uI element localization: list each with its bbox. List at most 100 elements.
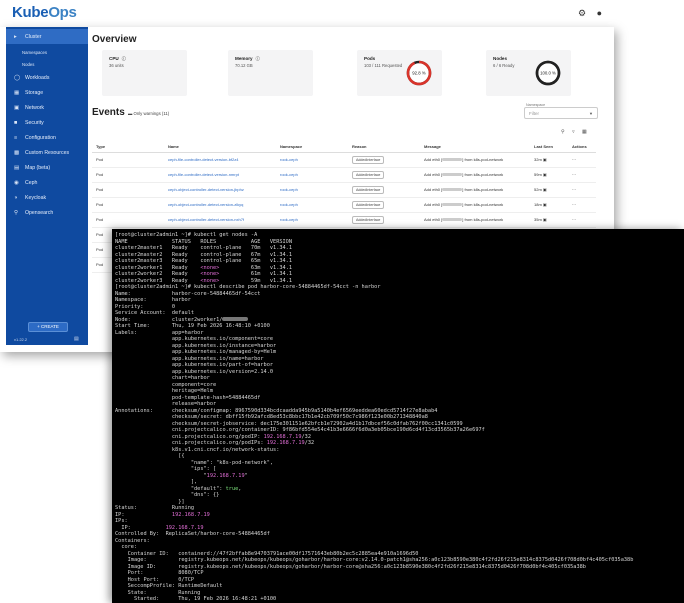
info-icon[interactable]: ⓘ — [122, 56, 126, 61]
calendar-icon: ▣ — [541, 187, 547, 192]
cell-namespace[interactable]: rook-ceph — [276, 212, 348, 228]
sidebar-item-configuration[interactable]: ≡ Configuration — [6, 130, 88, 145]
table-row[interactable]: Pod ceph-object-controller-detect-version… — [92, 182, 596, 198]
redacted-ip — [442, 173, 463, 177]
search-icon[interactable]: ⚲ — [561, 129, 565, 135]
sidebar-item-map[interactable]: ▤ Map (beta) — [6, 160, 88, 175]
sidebar-item-network[interactable]: ▣ Network — [6, 100, 88, 115]
cell-type: Pod — [92, 152, 164, 168]
sidebar-item-security[interactable]: ■ Security — [6, 115, 88, 130]
ceph-icon: ◉ — [14, 179, 19, 186]
cell-name[interactable]: ceph-object-controller-detect-version-nx… — [164, 212, 276, 228]
message-text: Add eth0 [ — [424, 187, 443, 192]
column-header-message[interactable]: Message — [420, 141, 530, 153]
last-seen-text: 18m — [534, 202, 542, 207]
sidebar-item-custom-resources[interactable]: ▩ Custom Resources — [6, 145, 88, 160]
cell-message: Add eth0 [] from k8s-pod-network — [420, 182, 530, 198]
sidebar-item-label: Cluster — [25, 33, 42, 40]
logo-text-kube: Kube — [12, 4, 49, 21]
message-text: ] from k8s-pod-network — [462, 217, 504, 222]
calendar-icon: ▣ — [541, 217, 547, 222]
custom-resources-icon: ▩ — [14, 149, 20, 156]
message-text: Add eth0 [ — [424, 157, 443, 162]
namespace-filter-placeholder: Filter — [529, 111, 539, 116]
cell-message: Add eth0 [] from k8s-pod-network — [420, 197, 530, 213]
table-row[interactable]: Pod ceph-object-controller-detect-version… — [92, 197, 596, 213]
more-actions-icon[interactable]: ⋯ — [572, 172, 576, 177]
filter-icon[interactable]: ▿ — [572, 129, 575, 135]
last-seen-text: 52m — [534, 187, 542, 192]
screenshot-composite: KubeOps ⚙ ● ▸ Cluster Namespaces Nodes ◯ W… — [0, 0, 684, 603]
reason-badge: AddedInterface — [352, 170, 385, 179]
sidebar-item-keycloak[interactable]: ◑ Keycloak — [6, 190, 88, 205]
calendar-icon: ▣ — [541, 202, 547, 207]
namespace-filter-select[interactable]: Filter ▼ — [524, 107, 598, 119]
last-seen-text: 35m — [534, 217, 542, 222]
more-actions-icon[interactable]: ⋯ — [572, 202, 576, 207]
overview-title: Overview — [92, 34, 137, 45]
terminal-window[interactable]: [root@cluster2admin1 ~]# kubectl get nod… — [112, 229, 684, 603]
reason-badge: AddedInterface — [352, 185, 385, 194]
column-header-type[interactable]: Type — [92, 141, 164, 153]
user-icon[interactable]: ● — [597, 8, 602, 18]
cell-message: Add eth0 [ ] from k8s-pod-network — [420, 212, 530, 228]
cell-name[interactable]: ceph-object-controller-detect-version-zl… — [164, 197, 276, 213]
cell-namespace[interactable]: rook-ceph — [276, 182, 348, 198]
cell-last-seen: 52m ▣ — [530, 182, 568, 198]
sidebar-item-label: Opensearch — [25, 209, 54, 216]
table-row[interactable]: Pod ceph-file-controller-detect-version-n… — [92, 167, 596, 183]
cell-name[interactable]: ceph-object-controller-detect-version-jb… — [164, 182, 276, 198]
sidebar-subitem-namespaces[interactable]: Namespaces — [22, 50, 47, 55]
cell-namespace[interactable]: rook-ceph — [276, 152, 348, 168]
sidebar-item-opensearch[interactable]: ⚲ Opensearch — [6, 205, 88, 220]
message-text: Add eth0 [ — [424, 202, 443, 207]
configuration-icon: ≡ — [14, 134, 18, 141]
more-actions-icon[interactable]: ⋯ — [572, 217, 576, 222]
cell-namespace[interactable]: rook-ceph — [276, 167, 348, 183]
only-warnings-toggle[interactable]: ▬ Only warnings (11) — [128, 111, 169, 116]
keycloak-icon: ◑ — [14, 194, 18, 201]
table-toolbar: ⚲ ▿ ▦ — [555, 129, 587, 135]
cell-message: Add eth0 [] from k8s-pod-network — [420, 167, 530, 183]
column-header-reason[interactable]: Reason — [348, 141, 420, 153]
sidebar-subitem-nodes[interactable]: Nodes — [22, 62, 34, 67]
message-text: Add eth0 [ — [424, 217, 443, 222]
nodes-gauge-label: 100.0 % — [540, 71, 556, 76]
table-row[interactable]: Pod ceph-file-controller-detect-version-b… — [92, 152, 596, 168]
sidebar-item-storage[interactable]: ▦ Storage — [6, 85, 88, 100]
column-header-name[interactable]: Name — [164, 141, 276, 153]
columns-icon[interactable]: ▦ — [582, 129, 587, 135]
sidebar-item-ceph[interactable]: ◉ Ceph — [6, 175, 88, 190]
security-icon: ■ — [14, 119, 18, 126]
cell-name[interactable]: ceph-file-controller-detect-version-bf2z… — [164, 152, 276, 168]
kubeops-logo[interactable]: KubeOps — [12, 4, 77, 21]
card-value: 6 / 6 Ready — [493, 63, 515, 68]
card-title: Pods — [364, 56, 376, 61]
cell-last-seen: 18m ▣ — [530, 197, 568, 213]
cell-name[interactable]: ceph-file-controller-detect-version-nmrp… — [164, 167, 276, 183]
column-header-last-seen[interactable]: Last Seen — [530, 141, 568, 153]
cell-last-seen: 32m ▣ — [530, 152, 568, 168]
events-title: Events — [92, 107, 125, 118]
opensearch-icon: ⚲ — [14, 209, 19, 216]
redacted-ip — [442, 218, 463, 222]
cell-namespace[interactable]: rook-ceph — [276, 197, 348, 213]
redacted-ip — [222, 317, 249, 321]
message-text: Add eth0 [ — [424, 172, 443, 177]
chevron-down-icon: ▼ — [589, 111, 593, 116]
storage-icon: ▦ — [14, 89, 20, 96]
pods-gauge: 92.8 % — [406, 60, 432, 86]
create-button[interactable]: + CREATE — [28, 322, 68, 332]
sidebar-item-workloads[interactable]: ◯ Workloads — [6, 70, 88, 85]
more-actions-icon[interactable]: ⋯ — [572, 157, 576, 162]
table-row[interactable]: Pod ceph-object-controller-detect-version… — [92, 212, 596, 228]
sidebar-collapse-icon[interactable]: ▤ — [74, 336, 79, 342]
info-icon[interactable]: ⓘ — [256, 56, 260, 61]
toggle-icon[interactable]: ▬ — [128, 111, 132, 116]
sidebar-item-cluster[interactable]: ▸ Cluster — [6, 29, 88, 44]
more-actions-icon[interactable]: ⋯ — [572, 187, 576, 192]
column-header-namespace[interactable]: Namespace — [276, 141, 348, 153]
toggle-label: Only warnings (11) — [133, 111, 170, 116]
card-value: 36 units — [109, 63, 124, 68]
gear-icon[interactable]: ⚙ — [578, 8, 586, 18]
